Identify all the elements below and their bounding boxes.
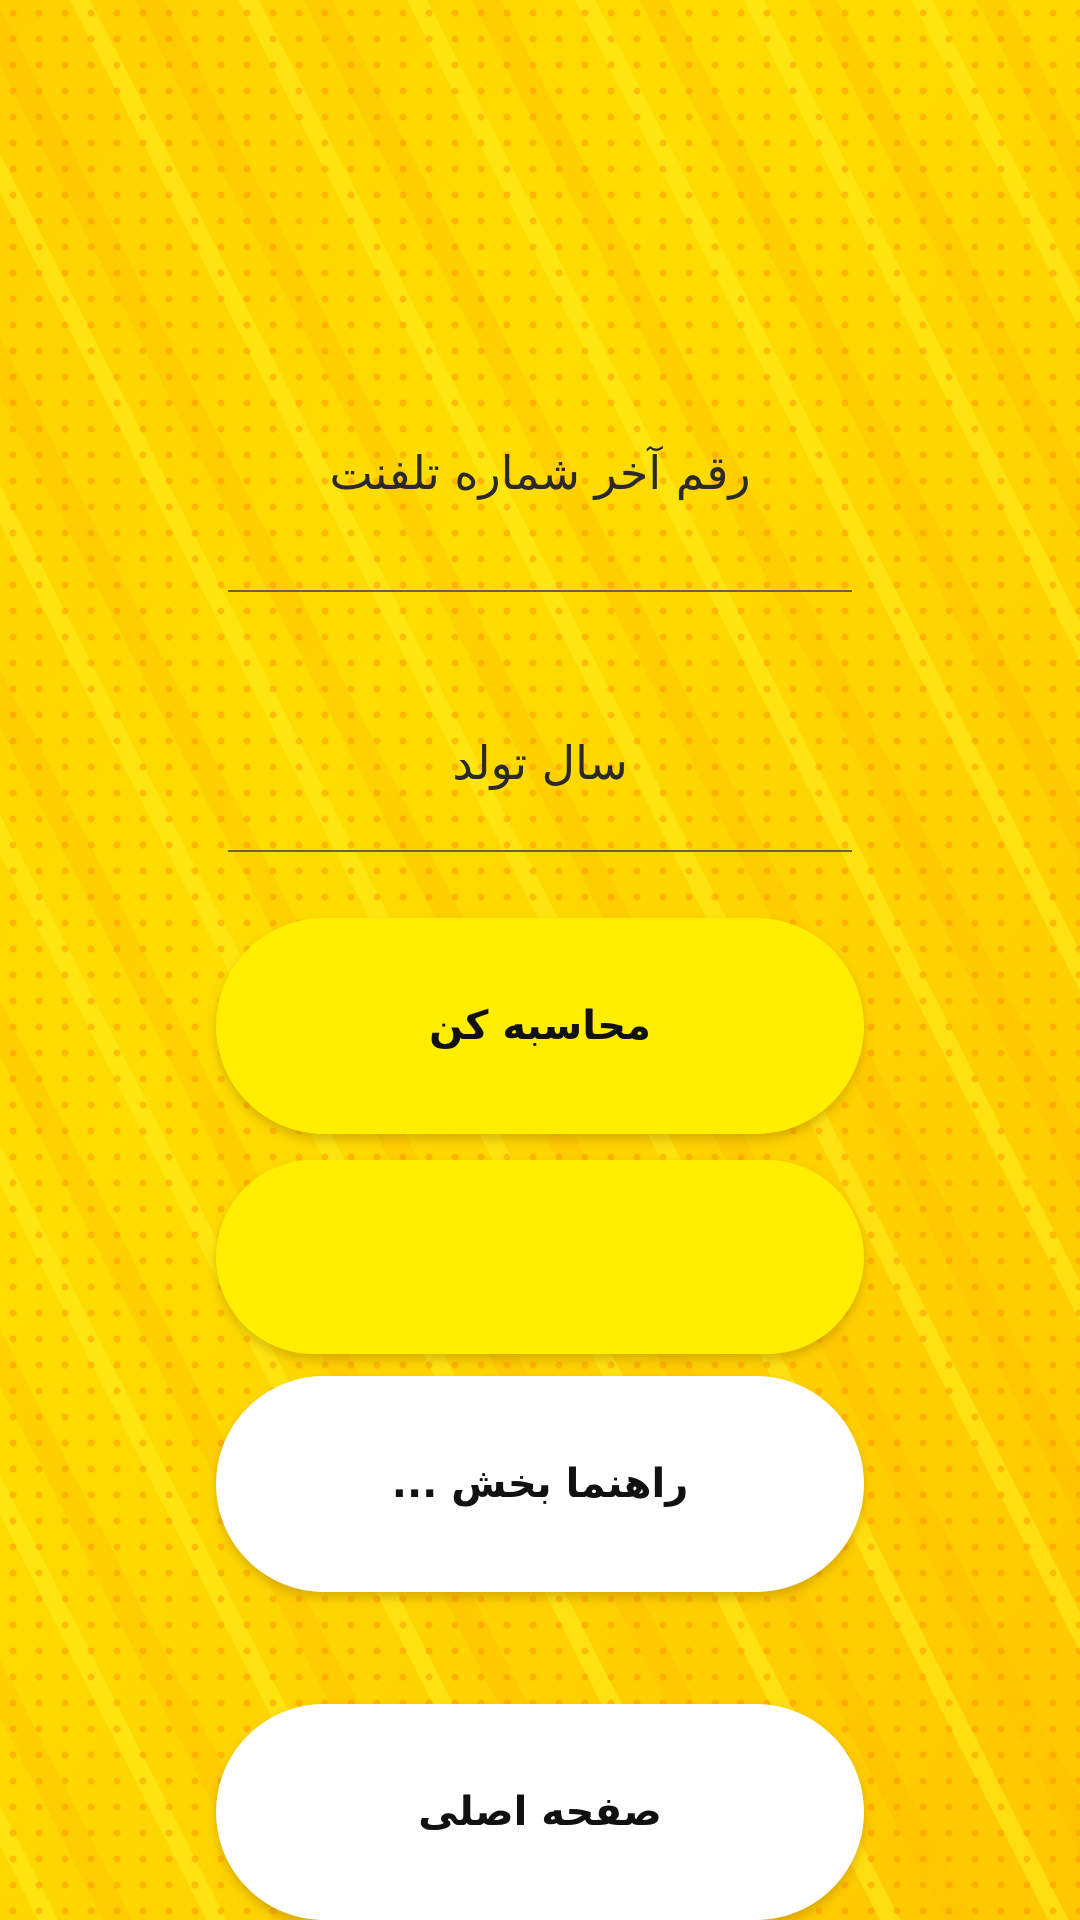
birth-year-placeholder: سال تولد <box>452 736 628 790</box>
home-button[interactable]: صفحه اصلی <box>216 1704 864 1920</box>
phone-last-digit-placeholder: رقم آخر شماره تلفنت <box>329 446 751 500</box>
calculate-button[interactable]: محاسبه کن <box>216 918 864 1134</box>
result-button[interactable] <box>216 1160 864 1354</box>
help-button[interactable]: راهنما بخش ... <box>216 1376 864 1592</box>
birth-year-input[interactable]: سال تولد <box>228 690 852 852</box>
phone-last-digit-input[interactable]: رقم آخر شماره تلفنت <box>228 400 852 592</box>
